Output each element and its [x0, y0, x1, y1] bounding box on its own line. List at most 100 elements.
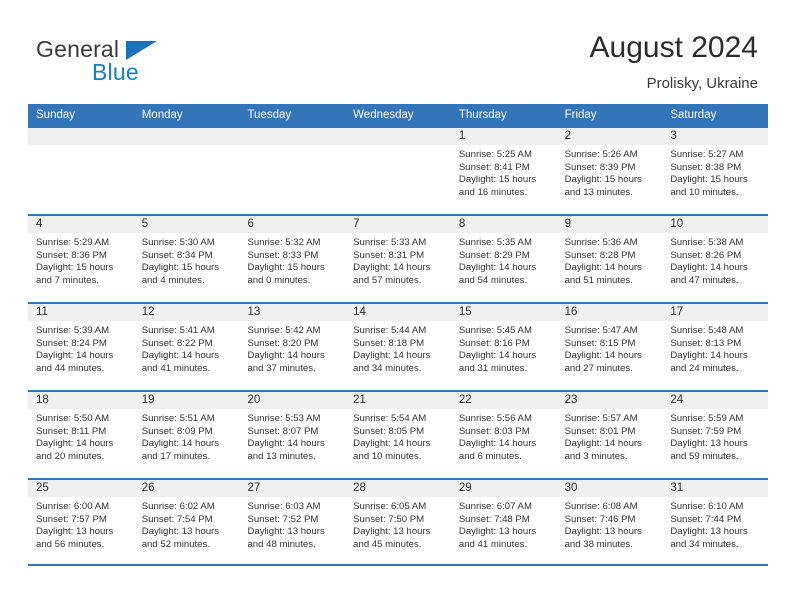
daylight-duration-line1: Daylight: 15 hours — [670, 174, 748, 186]
day-cell[interactable]: 7 Sunrise: 5:33 AM Sunset: 8:31 PM Daylight… — [345, 216, 451, 302]
daylight-duration-line2: and 52 minutes. — [141, 538, 210, 550]
sunset-time: Sunset: 8:03 PM — [458, 425, 530, 437]
sunrise-time: Sunrise: 5:32 AM — [247, 237, 321, 248]
sunset-time: Sunset: 8:38 PM — [670, 161, 742, 173]
daylight-duration-line1: Daylight: 13 hours — [564, 526, 642, 538]
sunrise-time: Sunrise: 5:53 AM — [247, 413, 321, 424]
day-cell[interactable]: 17 Sunrise: 5:48 AM Sunset: 8:13 PM Dayligh… — [662, 304, 769, 390]
day-details: Sunrise: 5:27 AM Sunset: 8:38 PM Daylight:… — [662, 145, 768, 199]
day-cell[interactable]: 6 Sunrise: 5:32 AM Sunset: 8:33 PM Daylight… — [239, 216, 346, 302]
day-details: Sunrise: 6:10 AM Sunset: 7:44 PM Daylight:… — [662, 497, 768, 551]
sunset-time: Sunset: 8:15 PM — [564, 337, 636, 349]
day-cell[interactable]: 28 Sunrise: 6:05 AM Sunset: 7:50 PM Dayligh… — [345, 480, 451, 564]
daylight-duration-line1: Daylight: 15 hours — [247, 262, 325, 274]
day-cell[interactable]: 23 Sunrise: 5:57 AM Sunset: 8:01 PM Dayligh… — [556, 392, 663, 478]
day-cell[interactable]: 26 Sunrise: 6:02 AM Sunset: 7:54 PM Dayligh… — [133, 480, 240, 564]
daylight-duration-line1: Daylight: 14 hours — [141, 350, 220, 362]
day-cell[interactable]: 30 Sunrise: 6:08 AM Sunset: 7:46 PM Dayligh… — [556, 480, 663, 564]
day-cell[interactable]: 9 Sunrise: 5:36 AM Sunset: 8:28 PM Daylight… — [556, 216, 663, 302]
day-number — [345, 128, 451, 145]
daylight-duration-line2: and 17 minutes. — [141, 450, 210, 462]
day-cell[interactable]: 11 Sunrise: 5:39 AM Sunset: 8:24 PM Dayligh… — [28, 304, 134, 390]
day-number: 8 — [450, 216, 557, 233]
day-number: 9 — [556, 216, 663, 233]
weekday-tuesday: Tuesday — [247, 109, 292, 121]
day-cell[interactable]: 21 Sunrise: 5:54 AM Sunset: 8:05 PM Dayligh… — [345, 392, 451, 478]
day-cell[interactable]: 27 Sunrise: 6:03 AM Sunset: 7:52 PM Dayligh… — [239, 480, 346, 564]
sunrise-time: Sunrise: 5:57 AM — [564, 413, 638, 424]
day-cell[interactable]: 15 Sunrise: 5:45 AM Sunset: 8:16 PM Dayligh… — [450, 304, 557, 390]
sunrise-time: Sunrise: 5:33 AM — [353, 237, 427, 248]
day-number: 31 — [662, 480, 769, 497]
day-number: 7 — [345, 216, 451, 233]
day-cell[interactable]: 4 Sunrise: 5:29 AM Sunset: 8:36 PM Daylight… — [28, 216, 134, 302]
day-cell[interactable]: 20 Sunrise: 5:53 AM Sunset: 8:07 PM Dayligh… — [239, 392, 346, 478]
day-cell[interactable]: 2 Sunrise: 5:26 AM Sunset: 8:39 PM Daylight… — [556, 128, 663, 214]
sunrise-time: Sunrise: 5:51 AM — [141, 413, 215, 424]
day-details: Sunrise: 5:44 AM Sunset: 8:18 PM Daylight:… — [345, 321, 451, 375]
day-cell[interactable]: 19 Sunrise: 5:51 AM Sunset: 8:09 PM Dayligh… — [133, 392, 240, 478]
daylight-duration-line2: and 20 minutes. — [36, 450, 105, 462]
daylight-duration-line2: and 10 minutes. — [353, 450, 422, 462]
day-number: 14 — [345, 304, 451, 321]
day-cell[interactable]: 5 Sunrise: 5:30 AM Sunset: 8:34 PM Daylight… — [133, 216, 240, 302]
weekday-thursday: Thursday — [458, 109, 507, 121]
sunset-time: Sunset: 8:18 PM — [353, 337, 425, 349]
sunset-time: Sunset: 8:31 PM — [353, 249, 425, 261]
sunrise-time: Sunrise: 6:02 AM — [141, 501, 215, 512]
daylight-duration-line2: and 27 minutes. — [564, 362, 633, 374]
day-cell[interactable]: 16 Sunrise: 5:47 AM Sunset: 8:15 PM Dayligh… — [556, 304, 663, 390]
daylight-duration-line1: Daylight: 13 hours — [36, 526, 114, 538]
daylight-duration-line2: and 34 minutes. — [353, 362, 422, 374]
sunrise-time: Sunrise: 5:47 AM — [564, 325, 638, 336]
daylight-duration-line1: Daylight: 14 hours — [353, 350, 431, 362]
day-details: Sunrise: 6:03 AM Sunset: 7:52 PM Daylight:… — [239, 497, 345, 551]
day-cell[interactable]: 22 Sunrise: 5:56 AM Sunset: 8:03 PM Dayligh… — [450, 392, 557, 478]
brand-logo[interactable]: General Blue — [36, 36, 266, 92]
sunset-time: Sunset: 8:13 PM — [670, 337, 742, 349]
daylight-duration-line2: and 6 minutes. — [458, 450, 522, 462]
day-cell[interactable]: 3 Sunrise: 5:27 AM Sunset: 8:38 PM Daylight… — [662, 128, 769, 214]
day-cell[interactable]: 1 Sunrise: 5:25 AM Sunset: 8:41 PM Daylight… — [450, 128, 557, 214]
day-cell[interactable]: 10 Sunrise: 5:38 AM Sunset: 8:26 PM Dayligh… — [662, 216, 769, 302]
daylight-duration-line1: Daylight: 14 hours — [458, 262, 537, 274]
sunrise-time: Sunrise: 5:30 AM — [141, 237, 215, 248]
sunset-time: Sunset: 8:22 PM — [141, 337, 213, 349]
day-number: 29 — [450, 480, 557, 497]
day-details: Sunrise: 5:30 AM Sunset: 8:34 PM Daylight:… — [134, 233, 240, 287]
sunrise-time: Sunrise: 5:25 AM — [458, 149, 532, 160]
sunset-time: Sunset: 7:57 PM — [36, 513, 107, 525]
day-details: Sunrise: 5:51 AM Sunset: 8:09 PM Daylight:… — [134, 409, 240, 463]
day-number: 20 — [239, 392, 346, 409]
daylight-duration-line1: Daylight: 14 hours — [141, 438, 220, 450]
day-cell[interactable]: 14 Sunrise: 5:44 AM Sunset: 8:18 PM Dayligh… — [345, 304, 451, 390]
daylight-duration-line1: Daylight: 13 hours — [670, 438, 748, 450]
daylight-duration-line2: and 38 minutes. — [564, 538, 633, 550]
sunrise-time: Sunrise: 5:44 AM — [353, 325, 427, 336]
day-details: Sunrise: 5:57 AM Sunset: 8:01 PM Daylight:… — [557, 409, 663, 463]
daylight-duration-line2: and 59 minutes. — [670, 450, 739, 462]
day-cell[interactable]: 24 Sunrise: 5:59 AM Sunset: 7:59 PM Dayligh… — [662, 392, 769, 478]
day-number: 3 — [662, 128, 769, 145]
sunrise-time: Sunrise: 6:00 AM — [36, 501, 110, 512]
day-cell[interactable]: 8 Sunrise: 5:35 AM Sunset: 8:29 PM Daylight… — [450, 216, 557, 302]
day-cell[interactable]: 13 Sunrise: 5:42 AM Sunset: 8:20 PM Dayligh… — [239, 304, 346, 390]
day-cell[interactable]: 31 Sunrise: 6:10 AM Sunset: 7:44 PM Dayligh… — [662, 480, 769, 564]
day-details: Sunrise: 6:08 AM Sunset: 7:46 PM Daylight:… — [557, 497, 663, 551]
day-cell[interactable]: 12 Sunrise: 5:41 AM Sunset: 8:22 PM Dayligh… — [133, 304, 240, 390]
day-cell[interactable]: 18 Sunrise: 5:50 AM Sunset: 8:11 PM Dayligh… — [28, 392, 134, 478]
sunset-time: Sunset: 8:41 PM — [458, 161, 530, 173]
daylight-duration-line2: and 37 minutes. — [247, 362, 316, 374]
day-cell-empty — [133, 128, 240, 214]
day-cell[interactable]: 25 Sunrise: 6:00 AM Sunset: 7:57 PM Dayligh… — [28, 480, 134, 564]
day-cell-empty — [239, 128, 346, 214]
sunset-time: Sunset: 8:39 PM — [564, 161, 636, 173]
day-details: Sunrise: 5:41 AM Sunset: 8:22 PM Daylight:… — [134, 321, 240, 375]
calendar-grid: Sunday Monday Tuesday Wednesday Thursday… — [28, 104, 769, 566]
weekday-sunday: Sunday — [36, 109, 76, 121]
day-number: 21 — [345, 392, 451, 409]
daylight-duration-line1: Daylight: 14 hours — [564, 262, 642, 274]
day-cell[interactable]: 29 Sunrise: 6:07 AM Sunset: 7:48 PM Dayligh… — [450, 480, 557, 564]
day-number: 19 — [133, 392, 240, 409]
calendar-page: General Blue August 2024 Prolisky, Ukrai… — [0, 0, 792, 612]
